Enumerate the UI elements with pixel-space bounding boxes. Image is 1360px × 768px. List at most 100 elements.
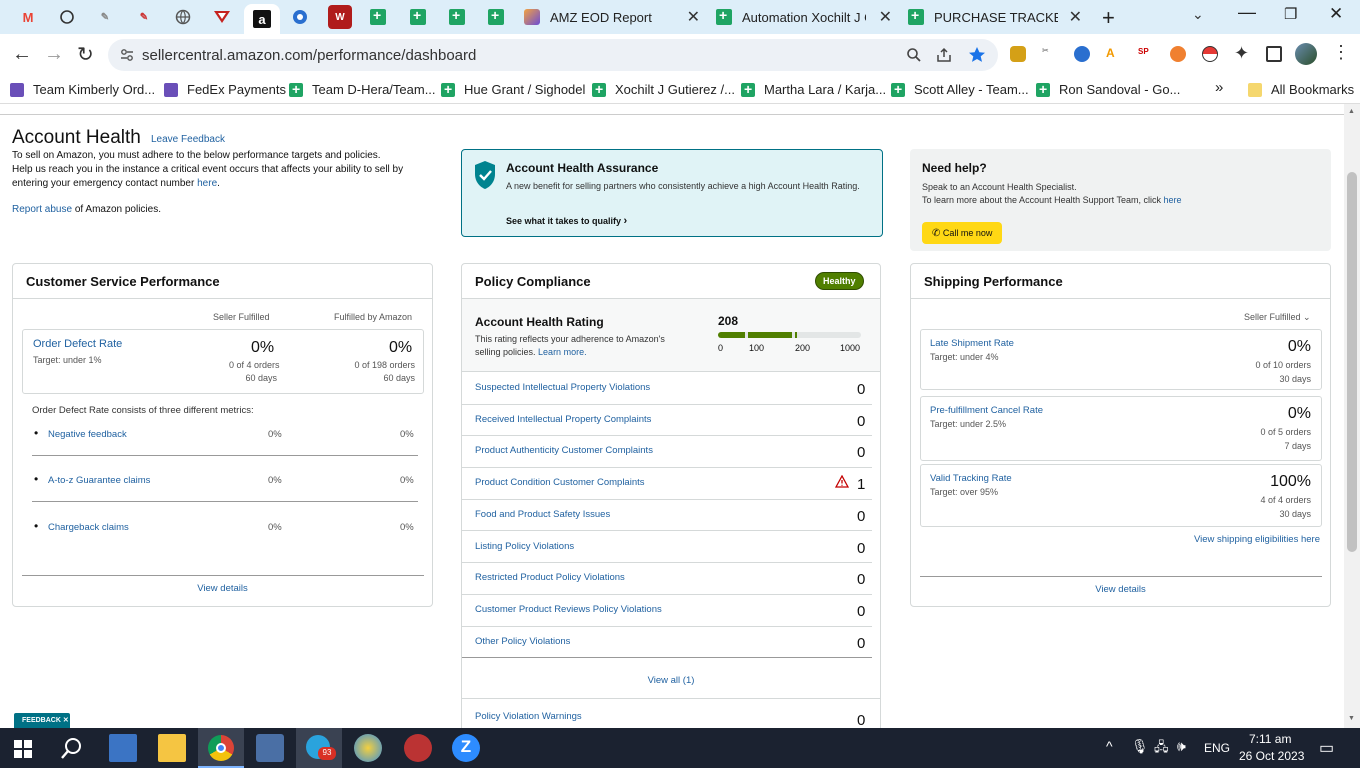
close-window-button[interactable]: ✕ <box>1329 4 1343 24</box>
policy-row[interactable]: Suspected Intellectual Property Violatio… <box>462 373 880 405</box>
bookmark-item[interactable]: FedEx Payments <box>164 82 286 97</box>
policy-row-label[interactable]: Food and Product Safety Issues <box>475 509 610 520</box>
chatgpt-pinned-tab[interactable] <box>55 5 79 29</box>
restore-button[interactable]: ❐ <box>1284 5 1297 23</box>
policy-row-label[interactable]: Product Authenticity Customer Complaints <box>475 445 653 456</box>
shipping-eligibilities-link[interactable]: View shipping eligibilities here <box>1111 534 1320 545</box>
sheets-pinned-tab-4[interactable] <box>484 5 508 29</box>
policy-row-label[interactable]: Other Policy Violations <box>475 636 570 647</box>
all-bookmarks[interactable]: All Bookmarks <box>1248 82 1354 97</box>
new-tab-button[interactable]: + <box>1102 5 1115 31</box>
profile-avatar[interactable] <box>1295 43 1317 65</box>
extensions-puzzle-icon[interactable]: ✦ <box>1234 43 1249 64</box>
calculator-icon[interactable] <box>256 734 284 762</box>
report-abuse-link[interactable]: Report abuse <box>12 204 72 215</box>
close-tab-icon[interactable]: ✕ <box>1069 7 1082 27</box>
sheets-pinned-tab-2[interactable] <box>406 5 430 29</box>
extension-icon-4[interactable]: A <box>1106 46 1122 62</box>
bookmark-star-icon[interactable] <box>968 46 986 64</box>
pinned-tab-4[interactable]: ✎ <box>132 5 156 29</box>
negative-feedback-link[interactable]: Negative feedback <box>48 429 127 440</box>
chrome-taskbar-active[interactable] <box>198 728 244 768</box>
policy-row-label[interactable]: Received Intellectual Property Complaint… <box>475 414 651 425</box>
cancel-rate-link[interactable]: Pre-fulfillment Cancel Rate <box>930 405 1043 416</box>
close-tab-icon[interactable]: ✕ <box>879 7 892 27</box>
globe-pinned-tab[interactable] <box>171 5 195 29</box>
more-bookmarks-chevron-icon[interactable]: » <box>1215 79 1223 96</box>
call-me-now-button[interactable]: ✆ Call me now <box>922 222 1002 244</box>
policy-view-all-link[interactable]: View all (1) <box>462 675 880 686</box>
pinned-tab-3[interactable]: ✎ <box>93 5 117 29</box>
policy-row[interactable]: Food and Product Safety Issues 0 <box>462 500 880 532</box>
late-shipment-rate-link[interactable]: Late Shipment Rate <box>930 338 1014 349</box>
emergency-contact-link[interactable]: here <box>197 178 217 189</box>
notifications-icon[interactable]: ▭ <box>1319 738 1334 758</box>
reload-button[interactable]: ↻ <box>77 42 94 67</box>
extension-icon-7[interactable] <box>1202 46 1218 62</box>
windows-start-icon[interactable] <box>14 740 32 758</box>
bookmark-item[interactable]: Martha Lara / Karja... <box>741 81 886 97</box>
tab-purchase-tracker[interactable]: PURCHASE TRACKER JU ✕ <box>908 4 1082 30</box>
sheets-pinned-tab-1[interactable] <box>366 5 390 29</box>
zoom-app-icon[interactable]: Z <box>452 734 480 762</box>
language-indicator[interactable]: ENG <box>1204 741 1230 755</box>
policy-row[interactable]: Product Condition Customer Complaints 1 <box>462 468 880 500</box>
extension-icon-5[interactable]: SP <box>1138 47 1154 63</box>
policy-warnings-link[interactable]: Policy Violation Warnings <box>475 711 582 722</box>
scroll-down-arrow-icon[interactable]: ▼ <box>1348 715 1355 722</box>
policy-row-label[interactable]: Restricted Product Policy Violations <box>475 572 625 583</box>
valid-tracking-rate-link[interactable]: Valid Tracking Rate <box>930 473 1012 484</box>
policy-row-label[interactable]: Customer Product Reviews Policy Violatio… <box>475 604 662 615</box>
scroll-up-arrow-icon[interactable]: ▲ <box>1348 108 1355 115</box>
order-defect-rate-link[interactable]: Order Defect Rate <box>33 338 122 350</box>
desktop-app-icon[interactable] <box>109 734 137 762</box>
telegram-taskbar-item[interactable]: 93 <box>296 728 342 768</box>
side-panel-icon[interactable] <box>1266 46 1282 62</box>
back-button[interactable]: ← <box>12 43 32 66</box>
policy-row-label[interactable]: Product Condition Customer Complaints <box>475 477 645 488</box>
bookmark-item[interactable]: Hue Grant / Sighodel <box>441 81 585 97</box>
policy-row[interactable]: Listing Policy Violations 0 <box>462 532 880 564</box>
clock-date[interactable]: 26 Oct 2023 <box>1239 749 1304 763</box>
file-explorer-icon[interactable] <box>158 734 186 762</box>
pinned-tab-8[interactable] <box>288 5 312 29</box>
bookmark-item[interactable]: Team Kimberly Ord... <box>10 82 155 97</box>
share-icon[interactable] <box>936 47 952 63</box>
pinned-tab-9[interactable]: W <box>328 5 352 29</box>
shipping-filter-dropdown[interactable]: Seller Fulfilled ⌄ <box>1244 312 1311 323</box>
gmail-pinned-tab[interactable]: M <box>16 5 40 29</box>
chrome-menu-icon[interactable]: ⋮ <box>1332 42 1350 63</box>
close-tab-icon[interactable]: ✕ <box>687 7 700 27</box>
extension-icon-1[interactable] <box>1010 46 1026 62</box>
paint-icon[interactable] <box>354 734 382 762</box>
policy-row[interactable]: Customer Product Reviews Policy Violatio… <box>462 595 880 627</box>
csp-view-details-link[interactable]: View details <box>13 583 432 594</box>
pinned-tab-6[interactable] <box>210 5 234 29</box>
extension-icon-3[interactable] <box>1074 46 1090 62</box>
tab-amz-eod-report[interactable]: AMZ EOD Report ✕ <box>524 4 700 30</box>
bookmark-item[interactable]: Xochilt J Gutierez /... <box>592 81 735 97</box>
policy-row-label[interactable]: Listing Policy Violations <box>475 541 574 552</box>
shipping-view-details-link[interactable]: View details <box>911 584 1330 595</box>
qualify-link[interactable]: See what it takes to qualify › <box>506 215 627 227</box>
policy-row[interactable]: Restricted Product Policy Violations 0 <box>462 563 880 595</box>
bookmark-item[interactable]: Scott Alley - Team... <box>891 81 1029 97</box>
tab-search-icon[interactable]: ⌄ <box>1192 6 1204 23</box>
volume-icon[interactable]: 🕪︎ <box>1177 738 1186 755</box>
extension-icon-2[interactable]: ✂ <box>1042 46 1058 62</box>
extension-icon-6[interactable] <box>1170 46 1186 62</box>
bookmark-item[interactable]: Ron Sandoval - Go... <box>1036 81 1180 97</box>
policy-row-label[interactable]: Suspected Intellectual Property Violatio… <box>475 382 650 393</box>
page-scrollbar[interactable]: ▲ ▼ <box>1344 104 1360 728</box>
address-bar[interactable]: sellercentral.amazon.com/performance/das… <box>108 39 998 71</box>
snipping-tool-icon[interactable] <box>404 734 432 762</box>
tab-automation[interactable]: Automation Xochilt J G ✕ <box>716 4 892 30</box>
chargeback-claims-link[interactable]: Chargeback claims <box>48 522 129 533</box>
bookmark-item[interactable]: Team D-Hera/Team... <box>289 81 436 97</box>
zoom-icon[interactable] <box>906 47 922 63</box>
site-info-icon[interactable] <box>120 48 134 62</box>
minimize-button[interactable]: — <box>1238 2 1256 23</box>
show-hidden-icons-chevron-icon[interactable]: ^ <box>1106 738 1113 754</box>
clock-time[interactable]: 7:11 am <box>1249 732 1291 746</box>
forward-button[interactable]: → <box>44 43 64 66</box>
